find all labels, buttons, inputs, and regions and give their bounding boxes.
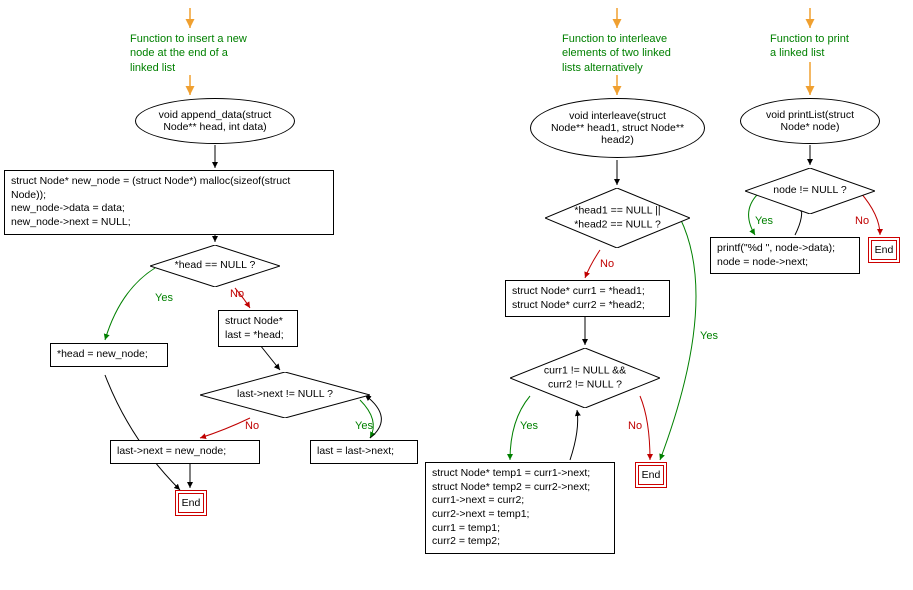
append-cond2: last->next != NULL ? — [200, 372, 370, 418]
append-cond1: *head == NULL ? — [150, 245, 280, 287]
interleave-block2: struct Node* temp1 = curr1->next;struct … — [425, 462, 615, 554]
interleave-cond1-no: No — [600, 258, 614, 270]
append-end-text: End — [178, 493, 204, 513]
interleave-end: End — [635, 462, 667, 488]
append-cond2-yes: Yes — [355, 420, 373, 432]
append-else1: struct Node*last = *head; — [218, 310, 298, 347]
append-cond2-no: No — [245, 420, 259, 432]
append-then2: last = last->next; — [310, 440, 418, 464]
interleave-block1: struct Node* curr1 = *head1;struct Node*… — [505, 280, 670, 317]
print-end-text: End — [871, 240, 897, 260]
interleave-fn-text: void interleave(structNode** head1, stru… — [551, 110, 684, 146]
append-else2: last->next = new_node; — [110, 440, 260, 464]
print-cond-no: No — [855, 215, 869, 227]
interleave-cond2-no: No — [628, 420, 642, 432]
print-cond-text: node != NULL ? — [773, 184, 846, 198]
interleave-cond2-text: curr1 != NULL &&curr2 != NULL ? — [544, 364, 626, 391]
append-fn-node: void append_data(structNode** head, int … — [135, 98, 295, 144]
append-cond1-no: No — [230, 288, 244, 300]
print-cond: node != NULL ? — [745, 168, 875, 214]
append-fn-text: void append_data(structNode** head, int … — [159, 109, 272, 133]
append-then1: *head = new_node; — [50, 343, 168, 367]
interleave-fn-node: void interleave(structNode** head1, stru… — [530, 98, 705, 158]
print-end: End — [868, 237, 900, 263]
print-fn-text: void printList(structNode* node) — [766, 109, 854, 133]
interleave-cond2-yes: Yes — [520, 420, 538, 432]
interleave-cond2: curr1 != NULL &&curr2 != NULL ? — [510, 348, 660, 408]
caption-print: Function to printa linked list — [770, 32, 870, 61]
interleave-cond1-yes: Yes — [700, 330, 718, 342]
caption-append: Function to insert a newnode at the end … — [130, 32, 260, 75]
caption-interleave: Function to interleaveelements of two li… — [562, 32, 692, 75]
interleave-end-text: End — [638, 465, 664, 485]
print-fn-node: void printList(structNode* node) — [740, 98, 880, 144]
interleave-cond1-text: *head1 == NULL ||*head2 == NULL ? — [574, 204, 661, 231]
append-cond2-text: last->next != NULL ? — [237, 388, 333, 402]
print-cond-yes: Yes — [755, 215, 773, 227]
interleave-cond1: *head1 == NULL ||*head2 == NULL ? — [545, 188, 690, 248]
append-block1: struct Node* new_node = (struct Node*) m… — [4, 170, 334, 235]
append-cond1-text: *head == NULL ? — [175, 259, 256, 273]
append-cond1-yes: Yes — [155, 292, 173, 304]
append-end: End — [175, 490, 207, 516]
print-block: printf("%d ", node->data);node = node->n… — [710, 237, 860, 274]
